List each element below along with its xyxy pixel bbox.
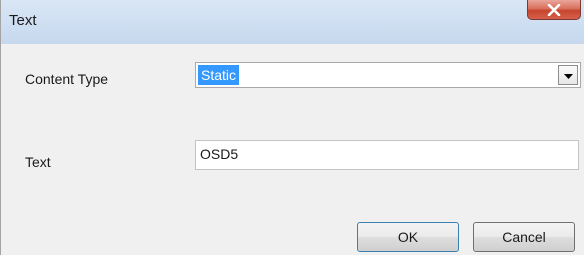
content-type-selected-value: Static [198, 65, 240, 85]
text-input[interactable]: OSD5 [195, 140, 579, 170]
cancel-button[interactable]: Cancel [473, 222, 575, 252]
content-type-dropdown[interactable]: Static [195, 62, 581, 88]
chevron-down-icon [563, 66, 573, 84]
window-title: Text [9, 12, 37, 29]
close-button[interactable] [527, 0, 581, 20]
text-label: Text [25, 154, 51, 170]
close-icon [547, 3, 561, 16]
content-type-label: Content Type [25, 71, 109, 87]
dropdown-arrow-button[interactable] [558, 65, 578, 85]
ok-button[interactable]: OK [357, 222, 459, 252]
title-bar[interactable]: Text [1, 0, 584, 44]
dialog-window: Text Content Type Static Text OSD5 OK Ca… [0, 0, 584, 255]
